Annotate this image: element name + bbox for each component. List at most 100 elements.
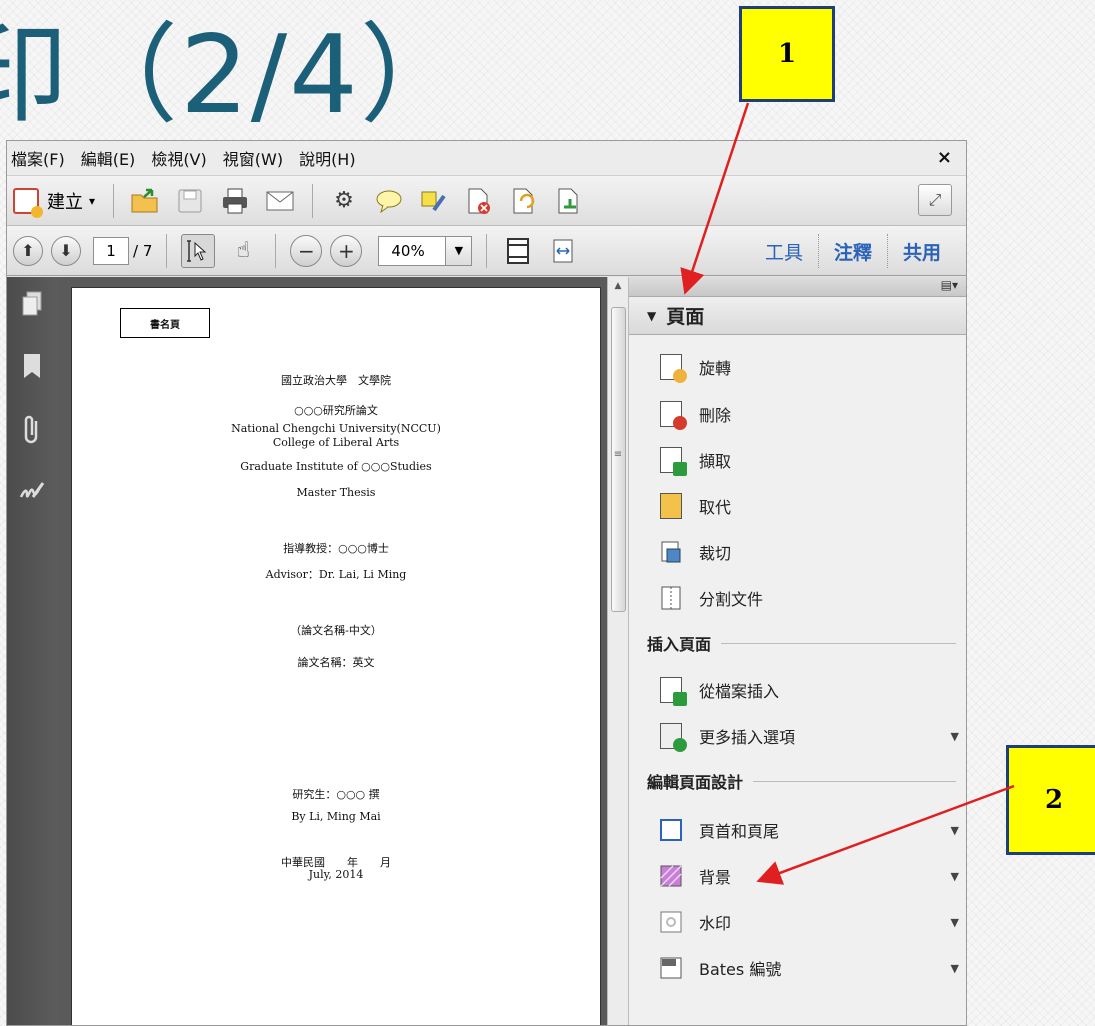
rotate-page-icon[interactable]	[507, 184, 541, 218]
chevron-down-icon[interactable]: ▼	[951, 730, 959, 743]
panel-options-icon[interactable]: ▤▾	[941, 278, 958, 292]
navigation-toolbar: ⬆ ⬇ 1 / 7 ☝ − + 40% ▼ 工具 注釋 共用	[7, 226, 966, 276]
replace-pages-item[interactable]: 取代	[659, 491, 959, 521]
email-icon[interactable]	[263, 184, 297, 218]
extract-pages-item[interactable]: 擷取	[659, 445, 959, 476]
toolbar-divider	[486, 233, 488, 268]
crop-pages-item[interactable]: 裁切	[659, 537, 959, 567]
toolbar-divider	[113, 183, 115, 218]
watermark-item[interactable]: 水印 ▼	[659, 907, 959, 937]
toolbar-divider	[166, 233, 168, 268]
select-cursor-icon[interactable]	[181, 233, 216, 268]
document-page: 書名頁 國立政治大學 文學院 ○○○研究所論文 National Chengch…	[71, 287, 601, 1025]
zoom-in-icon[interactable]: +	[330, 234, 363, 267]
bookmarks-icon[interactable]	[19, 353, 45, 383]
replace-page-icon	[659, 493, 683, 519]
section-rule	[721, 642, 956, 644]
zoom-level-select[interactable]: 40% ▼	[378, 235, 473, 266]
header-footer-item[interactable]: 頁首和頁尾 ▼	[659, 815, 959, 845]
hand-tool-icon[interactable]: ☝	[226, 234, 260, 268]
item-label: 背景	[699, 868, 732, 887]
chevron-down-icon[interactable]: ▼	[951, 916, 959, 929]
menu-edit[interactable]: 編輯(E)	[81, 146, 136, 170]
page-number-input[interactable]: 1	[93, 236, 129, 265]
watermark-icon	[659, 909, 683, 935]
tab-comment[interactable]: 注釋	[819, 238, 887, 265]
document-scrollbar[interactable]: ▲ ≡	[607, 277, 629, 1025]
zoom-out-icon[interactable]: −	[290, 234, 323, 267]
doc-line: 國立政治大學 文學院	[281, 374, 391, 387]
attachments-paperclip-icon[interactable]	[19, 415, 45, 445]
panel-options-bar: ▤▾	[629, 277, 966, 297]
doc-line: 指導教授：○○○博士	[283, 542, 389, 555]
signatures-icon[interactable]	[19, 477, 45, 507]
chevron-down-icon[interactable]: ▼	[951, 870, 959, 883]
item-label: 取代	[699, 498, 732, 517]
edit-page-design-section: 編輯頁面設計	[647, 769, 956, 793]
split-document-item[interactable]: 分割文件	[659, 583, 959, 613]
chevron-down-icon[interactable]: ▼	[951, 962, 959, 975]
workspace: 書名頁 國立政治大學 文學院 ○○○研究所論文 National Chengch…	[7, 277, 966, 1025]
document-view[interactable]: 書名頁 國立政治大學 文學院 ○○○研究所論文 National Chengch…	[57, 277, 607, 1025]
background-icon	[659, 863, 683, 889]
toolbar-divider	[312, 183, 314, 218]
doc-label-box: 書名頁	[120, 308, 210, 338]
crop-page-icon	[659, 539, 683, 565]
page-total: / 7	[133, 241, 153, 260]
fit-page-icon[interactable]	[501, 234, 535, 268]
chevron-down-icon[interactable]: ▼	[445, 236, 472, 265]
doc-line: Graduate Institute of ○○○Studies	[240, 460, 432, 473]
zoom-value: 40%	[391, 241, 425, 260]
more-insert-options-item[interactable]: 更多插入選項 ▼	[659, 721, 959, 752]
main-toolbar: 建立 ▾ ⚙ ⤢	[7, 176, 966, 226]
fullscreen-expand-icon[interactable]: ⤢	[918, 184, 952, 216]
delete-page-icon[interactable]	[462, 184, 496, 218]
doc-line: 論文名稱：英文	[297, 656, 375, 669]
tools-panel: ▤▾ ▼ 頁面 旋轉 刪除 擷取 取代 裁切 分割文件 插入頁面 從檔案插入 更…	[629, 277, 966, 1025]
slide-title: 印（2/4）	[0, 13, 470, 138]
previous-page-icon[interactable]: ⬆	[13, 235, 43, 266]
item-label: 從檔案插入	[699, 682, 780, 701]
chevron-down-icon[interactable]: ▼	[951, 824, 959, 837]
rotate-pages-item[interactable]: 旋轉	[659, 352, 959, 383]
menu-window[interactable]: 視窗(W)	[223, 146, 283, 170]
toolbar-divider	[275, 233, 277, 268]
item-label: 刪除	[699, 406, 732, 425]
more-insert-options-icon	[659, 723, 687, 752]
background-item[interactable]: 背景 ▼	[659, 861, 959, 891]
open-folder-icon[interactable]	[128, 184, 162, 218]
fit-width-icon[interactable]	[546, 234, 580, 268]
scrollbar-grip-icon: ≡	[613, 449, 623, 460]
menu-view[interactable]: 檢視(V)	[151, 146, 206, 170]
chevron-down-icon: ▾	[89, 193, 96, 208]
section-title: 編輯頁面設計	[647, 773, 744, 792]
menu-file[interactable]: 檔案(F)	[11, 146, 65, 170]
doc-line: College of Liberal Arts	[272, 436, 400, 449]
navigation-pane	[7, 277, 57, 1025]
insert-from-file-item[interactable]: 從檔案插入	[659, 675, 959, 706]
item-label: 水印	[699, 914, 732, 933]
print-icon[interactable]	[218, 184, 252, 218]
item-label: 裁切	[699, 544, 732, 563]
create-button[interactable]: 建立 ▾	[13, 187, 96, 218]
tab-share[interactable]: 共用	[888, 238, 956, 265]
settings-gear-icon[interactable]: ⚙	[327, 184, 361, 218]
next-page-icon[interactable]: ⬇	[51, 235, 81, 266]
insert-from-file-icon	[659, 677, 687, 706]
item-label: 擷取	[699, 452, 732, 471]
tab-tools[interactable]: 工具	[750, 238, 818, 265]
comment-bubble-icon[interactable]	[372, 184, 406, 218]
highlight-text-icon[interactable]	[417, 184, 451, 218]
doc-line: （論文名稱-中文）	[290, 624, 382, 637]
page-thumbnails-icon[interactable]	[19, 291, 45, 321]
menu-help[interactable]: 說明(H)	[299, 146, 356, 170]
extract-page-icon[interactable]	[552, 184, 586, 218]
section-title: 插入頁面	[647, 635, 712, 654]
bates-numbering-item[interactable]: Bates 編號 ▼	[659, 953, 959, 983]
item-label: Bates 編號	[699, 960, 782, 979]
scroll-up-icon[interactable]: ▲	[608, 281, 628, 291]
close-icon[interactable]: ×	[937, 147, 952, 168]
delete-pages-item[interactable]: 刪除	[659, 399, 959, 430]
pages-panel-header[interactable]: ▼ 頁面	[629, 297, 966, 335]
save-icon[interactable]	[173, 184, 207, 218]
